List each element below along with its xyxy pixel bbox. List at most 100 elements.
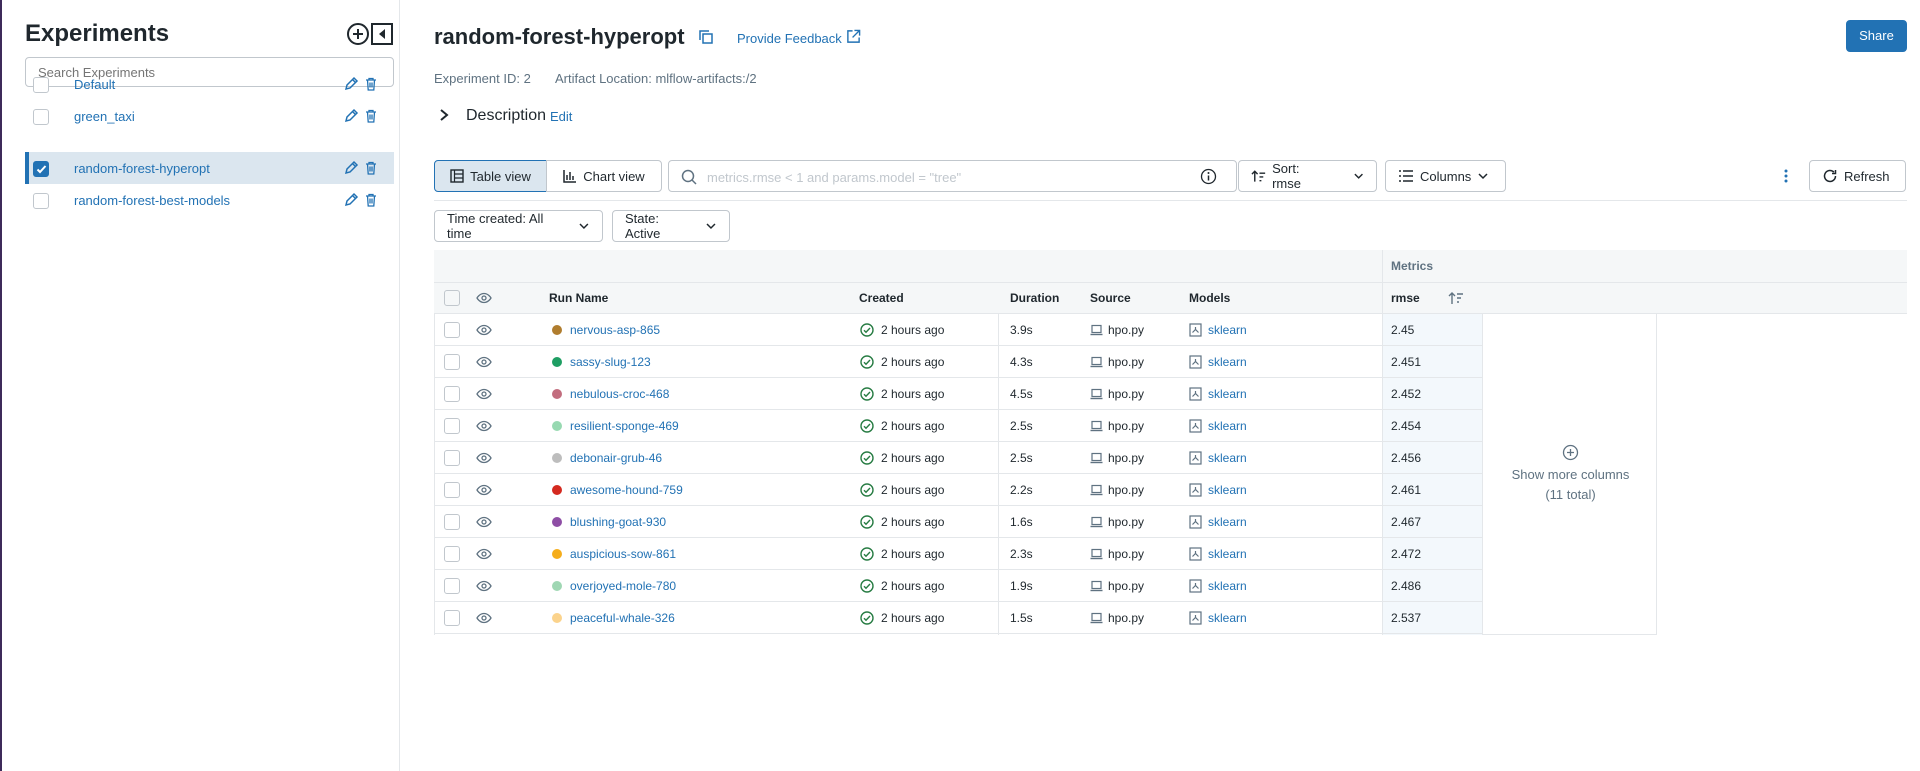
provide-feedback-link[interactable]: Provide Feedback [737,31,842,46]
time-created-filter[interactable]: Time created: All time [434,210,603,242]
run-color-dot[interactable] [552,357,562,367]
sidebar-item-default[interactable]: Default [25,68,394,100]
eye-icon[interactable] [476,610,492,626]
pencil-icon[interactable] [343,192,359,208]
pencil-icon[interactable] [343,108,359,124]
run-model-link[interactable]: sklearn [1208,419,1247,433]
run-model-link[interactable]: sklearn [1208,323,1247,337]
run-search-input[interactable]: metrics.rmse < 1 and params.model = "tre… [668,160,1237,192]
column-header-rmse[interactable]: rmse [1391,291,1420,305]
chevron-right-icon[interactable] [438,108,450,122]
experiment-checkbox[interactable] [33,161,49,177]
eye-icon[interactable] [476,418,492,434]
trash-icon[interactable] [363,160,379,176]
show-more-columns-panel[interactable]: Show more columns (11 total) [1482,314,1657,635]
eye-icon[interactable] [476,450,492,466]
row-checkbox[interactable] [444,610,460,626]
run-model-link[interactable]: sklearn [1208,547,1247,561]
run-model-link[interactable]: sklearn [1208,611,1247,625]
table-row[interactable]: debonair-grub-46 2 hours ago 2.5s hpo.py skl… [434,442,1483,474]
experiment-checkbox[interactable] [33,109,49,125]
sort-ascending-icon[interactable] [1448,290,1464,306]
row-checkbox[interactable] [444,482,460,498]
run-name-link[interactable]: nervous-asp-865 [570,323,660,337]
experiment-checkbox[interactable] [33,77,49,93]
run-model-link[interactable]: sklearn [1208,451,1247,465]
experiment-link[interactable]: Default [74,77,115,92]
trash-icon[interactable] [363,76,379,92]
experiment-link[interactable]: random-forest-best-models [74,193,230,208]
sidebar-item-green-taxi[interactable]: green_taxi [25,100,394,132]
select-all-checkbox[interactable] [444,290,460,306]
show-more-columns-text[interactable]: Show more columns (11 total) [1483,465,1658,505]
row-checkbox[interactable] [444,546,460,562]
plus-circle-icon[interactable] [1562,444,1579,461]
table-row[interactable]: nervous-asp-865 2 hours ago 3.9s hpo.py skle… [434,314,1483,346]
description-toggle[interactable]: Description [466,107,546,125]
run-name-link[interactable]: nebulous-croc-468 [570,387,669,401]
run-name-link[interactable]: resilient-sponge-469 [570,419,679,433]
run-color-dot[interactable] [552,325,562,335]
experiment-link[interactable]: random-forest-hyperopt [74,161,210,176]
eye-icon[interactable] [476,322,492,338]
eye-icon[interactable] [476,482,492,498]
sidebar-item-random-forest-best-models[interactable]: random-forest-best-models [25,184,394,216]
column-header-models[interactable]: Models [1189,291,1230,305]
run-model-link[interactable]: sklearn [1208,387,1247,401]
row-checkbox[interactable] [444,386,460,402]
pencil-icon[interactable] [343,76,359,92]
table-row[interactable]: resilient-sponge-469 2 hours ago 2.5s hpo.p… [434,410,1483,442]
column-header-created[interactable]: Created [859,291,904,305]
eye-icon[interactable] [476,290,492,306]
more-options-icon[interactable] [1778,168,1794,184]
columns-button[interactable]: Columns [1385,160,1506,192]
run-color-dot[interactable] [552,485,562,495]
table-row[interactable]: overjoyed-mole-780 2 hours ago 1.9s hpo.py s… [434,570,1483,602]
row-checkbox[interactable] [444,354,460,370]
run-model-link[interactable]: sklearn [1208,579,1247,593]
row-checkbox[interactable] [444,514,460,530]
run-color-dot[interactable] [552,389,562,399]
collapse-sidebar-icon[interactable] [370,22,394,46]
eye-icon[interactable] [476,546,492,562]
table-row[interactable]: auspicious-sow-861 2 hours ago 2.3s hpo.py s… [434,538,1483,570]
run-color-dot[interactable] [552,517,562,527]
run-name-link[interactable]: blushing-goat-930 [570,515,666,529]
experiment-checkbox[interactable] [33,193,49,209]
trash-icon[interactable] [363,192,379,208]
eye-icon[interactable] [476,386,492,402]
run-color-dot[interactable] [552,613,562,623]
eye-icon[interactable] [476,354,492,370]
table-view-button[interactable]: Table view [434,160,547,192]
run-color-dot[interactable] [552,421,562,431]
description-edit-link[interactable]: Edit [550,109,572,124]
chart-view-button[interactable]: Chart view [546,160,662,192]
trash-icon[interactable] [363,108,379,124]
add-experiment-icon[interactable] [346,22,370,46]
run-model-link[interactable]: sklearn [1208,355,1247,369]
run-color-dot[interactable] [552,453,562,463]
table-row[interactable]: sassy-slug-123 2 hours ago 4.3s hpo.py sklea… [434,346,1483,378]
table-row[interactable]: awesome-hound-759 2 hours ago 2.2s hpo.py sk… [434,474,1483,506]
column-header-source[interactable]: Source [1090,291,1131,305]
sidebar-item-random-forest-hyperopt[interactable]: random-forest-hyperopt [25,152,394,184]
table-row[interactable]: blushing-goat-930 2 hours ago 1.6s hpo.py sk… [434,506,1483,538]
sort-button[interactable]: Sort: rmse [1238,160,1377,192]
eye-icon[interactable] [476,578,492,594]
refresh-button[interactable]: Refresh [1809,160,1906,192]
info-icon[interactable] [1200,168,1217,185]
external-link-icon[interactable] [846,29,861,44]
row-checkbox[interactable] [444,418,460,434]
run-color-dot[interactable] [552,581,562,591]
share-button[interactable]: Share [1846,20,1907,52]
experiment-link[interactable]: green_taxi [74,109,135,124]
state-filter[interactable]: State: Active [612,210,730,242]
run-model-link[interactable]: sklearn [1208,483,1247,497]
eye-icon[interactable] [476,514,492,530]
table-row[interactable]: nebulous-croc-468 2 hours ago 4.5s hpo.py sk… [434,378,1483,410]
run-name-link[interactable]: awesome-hound-759 [570,483,683,497]
column-header-run-name[interactable]: Run Name [549,291,608,305]
run-name-link[interactable]: auspicious-sow-861 [570,547,676,561]
table-row[interactable]: peaceful-whale-326 2 hours ago 1.5s hpo.py s… [434,602,1483,634]
run-model-link[interactable]: sklearn [1208,515,1247,529]
